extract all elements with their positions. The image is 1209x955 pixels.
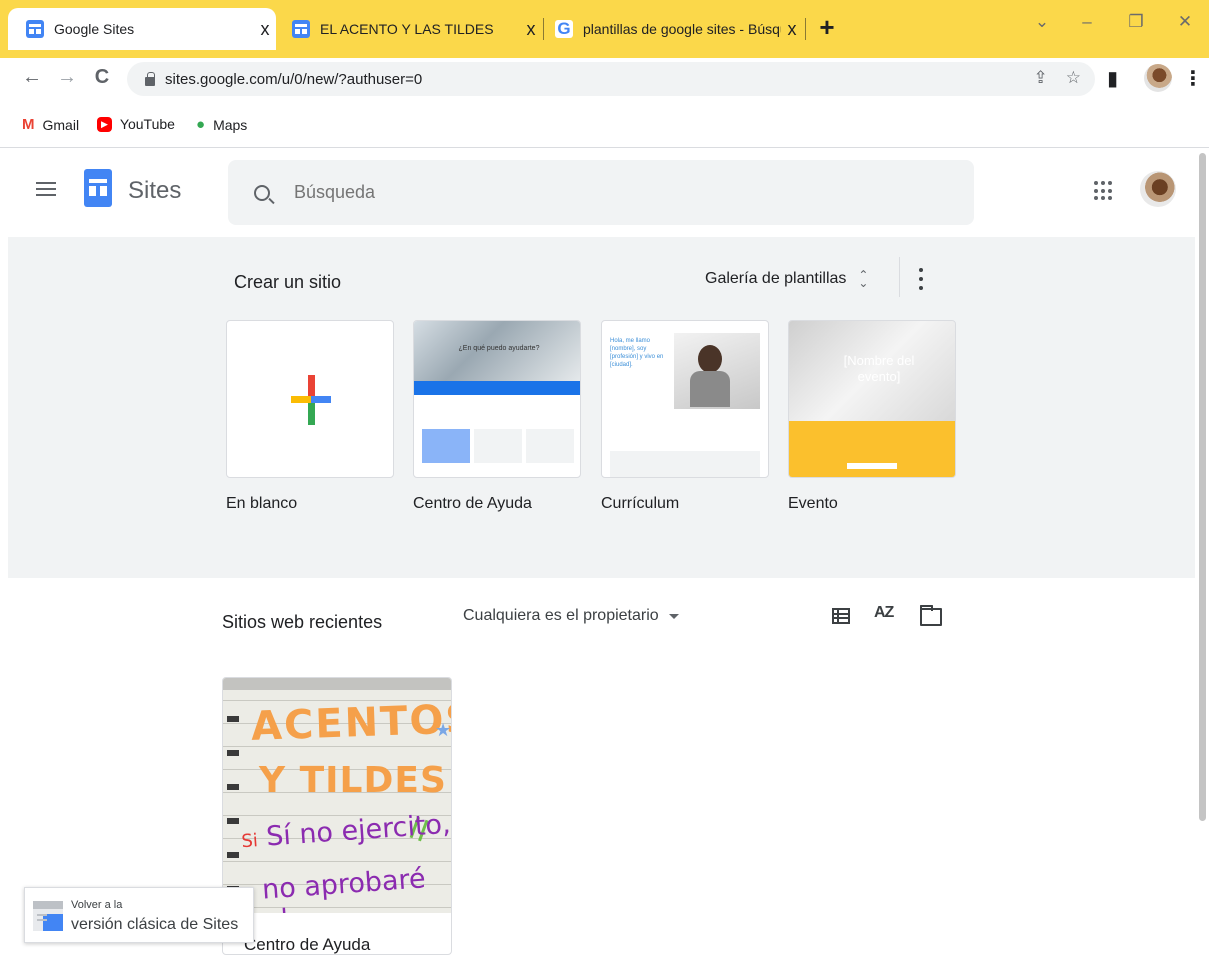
template-event[interactable]: [Nombre del evento] Evento (788, 320, 956, 513)
browser-tab-bar: Google Sites x EL ACENTO Y LAS TILDES x … (0, 0, 1209, 58)
template-thumbnail: ¿En qué puedo ayudarte? (413, 320, 581, 478)
dropdown-arrow-icon (668, 613, 679, 619)
owner-filter-dropdown[interactable]: Cualquiera es el propietario (463, 607, 679, 625)
template-blank[interactable]: En blanco (226, 320, 394, 513)
close-icon[interactable]: x (520, 19, 542, 40)
url-text: sites.google.com/u/0/new/?authuser=0 (165, 70, 423, 88)
app-name: Sites (128, 177, 182, 204)
bookmark-youtube[interactable]: ▶ YouTube (97, 116, 175, 132)
tab-el-acento[interactable]: EL ACENTO Y LAS TILDES x (292, 8, 542, 50)
main-menu-icon[interactable] (36, 182, 56, 196)
tab-title: EL ACENTO Y LAS TILDES (320, 21, 494, 37)
lock-icon (145, 71, 155, 86)
folder-icon[interactable] (920, 605, 942, 626)
google-apps-icon[interactable] (1094, 181, 1114, 201)
gallery-label: Galería de plantillas (705, 270, 847, 287)
reload-icon[interactable]: C (90, 66, 114, 89)
sort-az-icon[interactable]: AZ (874, 604, 894, 622)
close-icon[interactable]: x (781, 19, 803, 40)
bookmark-maps[interactable]: ● Maps (196, 116, 247, 133)
search-bar[interactable] (228, 160, 974, 225)
list-view-icon[interactable] (832, 608, 850, 624)
classic-line-2: versión clásica de Sites (71, 916, 239, 933)
bookmark-star-icon[interactable]: ☆ (1066, 68, 1081, 88)
classic-line-1: Volver a la (71, 899, 123, 911)
scrollbar-thumb[interactable] (1199, 153, 1206, 821)
tab-google-sites[interactable]: Google Sites x (8, 8, 276, 50)
app-header: Sites (0, 149, 1196, 237)
classic-sites-icon (33, 901, 63, 931)
thumb-heading: ¿En qué puedo ayudarte? (458, 345, 540, 352)
back-arrow-icon[interactable]: ← (20, 66, 44, 89)
share-icon[interactable]: ⇪ (1034, 68, 1048, 88)
more-options-icon[interactable] (919, 268, 923, 290)
search-input[interactable] (294, 182, 894, 203)
page-scrollbar[interactable] (1197, 149, 1209, 955)
thumb-heading: Hola, me llamo [nombre], soy [profesión]… (610, 338, 664, 368)
google-icon: G (555, 19, 573, 38)
template-thumbnail (226, 320, 394, 478)
maps-pin-icon: ● (196, 116, 206, 133)
new-tab-button[interactable]: + (813, 14, 841, 40)
address-bar[interactable]: sites.google.com/u/0/new/?authuser=0 ⇪ ☆ (127, 62, 1095, 96)
divider (899, 257, 900, 297)
search-icon[interactable] (254, 184, 270, 201)
account-avatar[interactable] (1140, 171, 1176, 207)
restore-button[interactable]: ❐ (1121, 12, 1151, 32)
minimize-button[interactable]: – (1072, 12, 1102, 32)
close-window-button[interactable]: ✕ (1170, 12, 1200, 32)
thumb-line: Si (240, 830, 259, 853)
site-name: Centro de Ayuda (244, 935, 371, 954)
template-label: Evento (788, 495, 838, 512)
owner-filter-label: Cualquiera es el propietario (463, 607, 659, 624)
template-gallery-toggle[interactable]: Galería de plantillas ⌃ ⌄ (705, 268, 869, 290)
create-site-panel: Crear un sitio Galería de plantillas ⌃ ⌄ … (8, 237, 1195, 578)
thumb-line: Sí no ejercito, (265, 808, 452, 853)
thumb-heading: [Nombre del evento] (843, 353, 915, 384)
tab-plantillas-search[interactable]: G plantillas de google sites - Búsqu x (555, 8, 803, 50)
bookmark-gmail[interactable]: M Gmail (22, 116, 79, 133)
profile-avatar[interactable] (1144, 64, 1172, 92)
template-resume[interactable]: Hola, me llamo [nombre], soy [profesión]… (601, 320, 769, 513)
close-icon[interactable]: x (254, 19, 276, 40)
browser-menu-icon[interactable]: ⋮ (1183, 66, 1203, 91)
create-site-title: Crear un sitio (234, 272, 342, 292)
recent-site-card[interactable]: ACENTOS ★ Y TILDES Si Sí no ejercito, no… (222, 677, 452, 955)
template-help-center[interactable]: ¿En qué puedo ayudarte? Centro de Ayuda (413, 320, 581, 513)
tab-search-icon[interactable]: ⌄ (1027, 12, 1057, 32)
template-label: Currículum (601, 495, 680, 512)
plus-icon (291, 375, 331, 425)
bookmarks-bar: M Gmail ▶ YouTube ● Maps (0, 100, 1209, 148)
star-icon: ★ (435, 720, 452, 740)
thumb-line: ACENTOS (250, 696, 452, 750)
classic-sites-link[interactable]: Volver a la versión clásica de Sites (24, 887, 254, 943)
template-label: En blanco (226, 495, 298, 512)
expand-icon: ⌃ ⌄ (858, 268, 869, 290)
template-label: Centro de Ayuda (413, 495, 532, 512)
recent-sites-title: Sitios web recientes (222, 612, 383, 632)
bookmark-label: YouTube (119, 116, 175, 132)
template-thumbnail: [Nombre del evento] (788, 320, 956, 478)
sites-icon (26, 20, 44, 38)
forward-arrow-icon[interactable]: → (55, 66, 79, 89)
youtube-icon: ▶ (97, 116, 112, 132)
tab-separator (805, 18, 806, 40)
thumb-line: Y TILDES (259, 760, 447, 801)
template-thumbnail: Hola, me llamo [nombre], soy [profesión]… (601, 320, 769, 478)
sites-logo-icon[interactable] (84, 169, 112, 207)
browser-toolbar: ← → C sites.google.com/u/0/new/?authuser… (0, 58, 1209, 100)
tab-title: plantillas de google sites - Búsqu (583, 21, 781, 37)
site-thumbnail: ACENTOS ★ Y TILDES Si Sí no ejercito, no… (223, 678, 452, 913)
bookmark-label: Gmail (42, 116, 80, 133)
sites-icon (292, 20, 310, 38)
tab-title: Google Sites (54, 21, 135, 37)
gmail-icon: M (22, 116, 35, 133)
thumb-line: no aprobaré el (261, 863, 427, 913)
side-panel-icon[interactable]: ▮ (1107, 66, 1118, 91)
tab-separator (543, 18, 544, 40)
bookmark-label: Maps (213, 116, 248, 133)
